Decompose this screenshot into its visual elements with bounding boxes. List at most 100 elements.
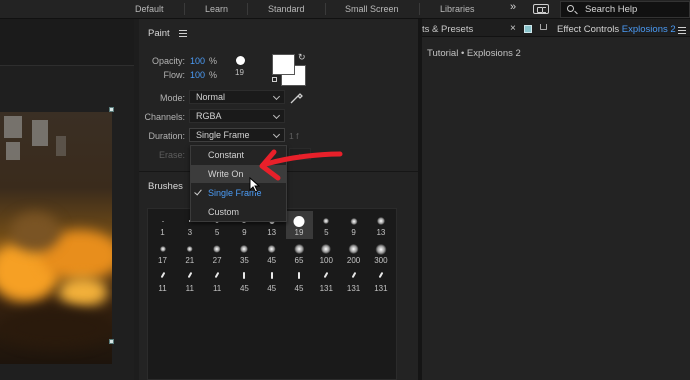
brush-size-label: 45 [294,284,304,293]
brush-size-label: 27 [212,256,222,265]
flow-label: Flow: [163,70,185,80]
brush-tip[interactable]: 35 [231,239,258,267]
brush-tip-icon [186,245,194,253]
brush-tip[interactable]: 300 [367,239,394,267]
brush-size-value: 19 [235,68,244,77]
brush-size-label: 300 [374,256,388,265]
channels-dropdown[interactable]: RGBA [189,109,285,123]
viewer-header [0,19,134,66]
brush-tip-icon [376,217,385,225]
tab-effect-controls-layer: Explosions 2 [621,24,676,35]
brush-tip[interactable]: 19 [285,211,313,239]
menu-item-custom[interactable]: Custom [191,203,286,221]
brush-tip[interactable]: 1 [149,211,176,239]
transform-handle[interactable] [109,107,114,112]
brush-tip-icon [267,244,277,254]
mode-dropdown-value: Normal [196,92,226,102]
transform-handle[interactable] [109,339,114,344]
tab-effects-presets[interactable]: ts & Presets [422,24,473,35]
brush-size-label: 45 [239,284,249,293]
erase-label: Erase: [158,150,185,160]
double-chevron-right-icon[interactable]: » [510,1,516,13]
brush-tip-icon [293,215,305,227]
swap-colors-icon[interactable]: ↻ [298,52,306,63]
composition-viewer [0,19,134,380]
duration-dropdown-value: Single Frame [196,130,250,140]
brush-tip[interactable]: 11 [149,267,176,295]
brush-tip[interactable]: 45 [286,267,313,295]
brush-size-label: 17 [158,256,167,265]
brush-size-label: 45 [267,284,277,293]
search-help-field[interactable]: Search Help [560,1,690,18]
workspace-tab-libraries[interactable]: Libraries [440,4,475,14]
foreground-color-swatch[interactable] [272,54,295,75]
brush-tip[interactable]: 21 [176,239,203,267]
brush-tip[interactable]: 65 [286,239,313,267]
brush-size-label: 13 [267,228,277,237]
effect-controls-panel: ts & Presets × Effect Controls Explosion… [422,19,690,380]
panel-menu-icon[interactable] [678,27,686,34]
brush-tip[interactable]: 5 [313,211,340,239]
brush-tip[interactable]: 131 [340,267,367,295]
brush-tip-icon [348,243,360,255]
brush-tip[interactable]: 131 [367,267,394,295]
workspace-tab-default[interactable]: Default [135,4,164,14]
brush-size-label: 5 [324,228,329,237]
brush-size-label: 5 [214,228,220,237]
paint-panel-title: Paint [148,28,170,39]
chevron-down-icon [272,92,281,101]
mode-dropdown[interactable]: Normal [189,90,285,104]
divider [419,3,420,15]
divider [325,3,326,15]
brush-size-label: 200 [346,256,361,265]
brush-tip[interactable]: 17 [149,239,176,267]
brush-tip-icon [187,271,193,279]
tab-effect-controls[interactable]: Effect Controls Explosions 2 [557,24,676,35]
flow-value[interactable]: 100 [190,70,205,80]
brush-tip[interactable]: 131 [313,267,340,295]
brush-tip[interactable]: 45 [258,267,285,295]
brush-size-label: 9 [351,228,356,237]
checkmark-icon [194,187,202,196]
brush-tip[interactable]: 11 [176,267,203,295]
brush-tip-icon [323,218,330,224]
brush-tip-icon [159,246,166,252]
eyedropper-icon[interactable] [289,89,305,105]
panel-color-icon [524,25,532,33]
workspace-tab-standard[interactable]: Standard [268,4,305,14]
close-icon[interactable]: × [510,23,516,34]
workspace-tab-learn[interactable]: Learn [205,4,228,14]
brush-tip-icon [378,271,384,279]
default-colors-icon[interactable] [272,77,277,82]
brush-tip-icon [298,272,300,279]
brush-size-label: 1 [160,228,165,237]
brush-size-label: 11 [185,284,194,293]
brush-tip[interactable]: 45 [231,267,258,295]
brush-tip-icon [243,272,246,279]
workspace-tab-small-screen[interactable]: Small Screen [345,4,399,14]
workspace-bar: Default Learn Standard Small Screen Libr… [0,0,690,19]
brush-tip-preview-icon[interactable] [236,56,245,65]
channels-label: Channels: [144,112,185,122]
chevron-down-icon [272,130,281,139]
brush-tip-icon [375,243,387,255]
brush-tip[interactable]: 45 [258,239,285,267]
lock-icon[interactable] [540,24,547,30]
brush-tip[interactable]: 11 [204,267,231,295]
brush-tip[interactable]: 100 [313,239,340,267]
brush-tip[interactable]: 9 [340,211,367,239]
panel-menu-icon[interactable] [179,30,187,37]
opacity-value[interactable]: 100 [190,56,205,66]
brush-tip-grid: 1 3 5 9 13 19 5 9 13 17 21 27 35 45 65 100 200 300 11 11 11 4… [147,208,397,380]
chevron-down-icon [272,111,281,120]
composition-frame-image[interactable] [0,112,112,364]
workspace-toggle-icon[interactable] [533,4,549,14]
brush-tip[interactable]: 27 [204,239,231,267]
brush-size-label: 45 [267,256,277,265]
menu-item-label: Constant [208,150,245,160]
brush-tip[interactable]: 200 [340,239,367,267]
brush-tip-icon [213,245,221,253]
brush-tip[interactable]: 13 [367,211,394,239]
brush-size-label: 9 [242,228,247,237]
brush-size-label: 11 [158,284,167,293]
